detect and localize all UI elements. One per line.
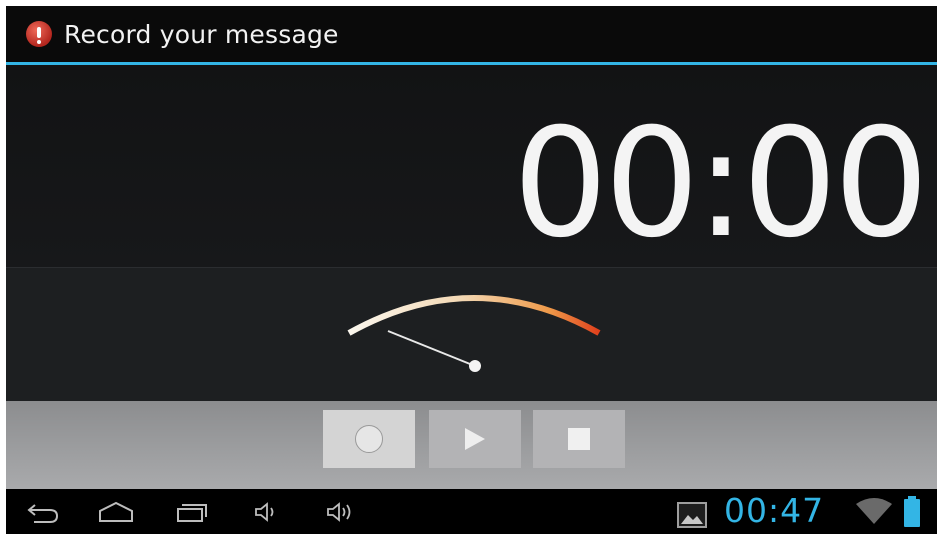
timer-panel: 00:00: [6, 65, 937, 267]
meter-pivot: [469, 360, 481, 372]
status-clock: 00:47: [724, 491, 825, 530]
playback-controls: [6, 401, 937, 489]
volume-down-icon[interactable]: [252, 499, 280, 525]
recent-apps-icon[interactable]: [174, 499, 210, 525]
recorder-screen: Record your message 00:00 00:47: [6, 6, 937, 534]
level-meter: [347, 295, 601, 372]
play-button[interactable]: [429, 410, 521, 468]
meter-arc: [347, 295, 601, 336]
back-icon[interactable]: [26, 499, 60, 525]
elapsed-timer: 00:00: [512, 97, 929, 271]
system-bar: 00:47: [6, 489, 937, 534]
gallery-notification-icon[interactable]: [676, 501, 708, 529]
home-icon[interactable]: [96, 499, 136, 525]
wifi-icon: [856, 498, 892, 524]
title-bar: Record your message: [6, 6, 937, 62]
stop-icon: [568, 428, 590, 450]
stop-button[interactable]: [533, 410, 625, 468]
alert-icon: [26, 21, 52, 47]
meter-needle: [387, 330, 476, 367]
volume-up-icon[interactable]: [324, 499, 358, 525]
level-meter-panel: [6, 267, 937, 402]
play-icon: [465, 428, 485, 450]
dialog-title: Record your message: [64, 19, 339, 49]
battery-icon: [904, 496, 920, 527]
record-button[interactable]: [323, 410, 415, 468]
record-icon: [355, 425, 383, 453]
